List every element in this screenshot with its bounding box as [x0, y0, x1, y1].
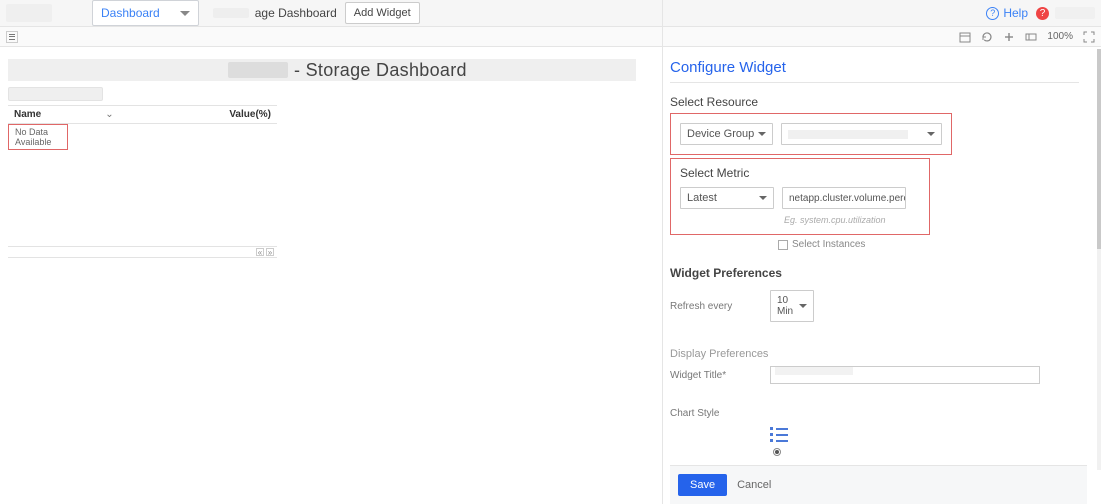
col-name[interactable]: Name [14, 109, 41, 120]
page-title-bar: - Storage Dashboard [8, 59, 636, 81]
widget-preferences-header: Widget Preferences [670, 266, 1085, 280]
zoom-level: 100% [1047, 31, 1073, 42]
refresh-interval-dropdown[interactable]: 10 Min [770, 290, 814, 322]
metric-selection-box: Select Metric Latest netapp.cluster.volu… [670, 158, 930, 235]
help-label: Help [1003, 6, 1028, 20]
resource-value-placeholder [788, 130, 908, 139]
widget-title-placeholder [775, 367, 853, 375]
panel-footer: Save Cancel [670, 465, 1087, 504]
pager-next[interactable]: » [266, 248, 274, 256]
aggregation-dropdown[interactable]: Latest [680, 187, 774, 209]
breadcrumb: age Dashboard [213, 6, 337, 20]
chevron-down-icon [927, 132, 935, 136]
help-icon: ? [986, 7, 999, 20]
configure-widget-panel: Configure Widget Select Resource Device … [670, 49, 1097, 504]
secondary-toolbar: 100% [0, 27, 1101, 47]
metric-dropdown[interactable]: netapp.cluster.volume.percentage-size-u… [782, 187, 906, 209]
panel-title: Configure Widget [670, 59, 1079, 83]
widget-pager: « » [8, 246, 277, 258]
calendar-icon[interactable] [959, 31, 971, 43]
logo-placeholder [6, 4, 52, 22]
no-data-message: No Data Available [8, 124, 68, 150]
refresh-interval-value: 10 Min [777, 295, 799, 317]
top-bar: Dashboard age Dashboard Add Widget ? Hel… [0, 0, 1101, 27]
chart-style-list-icon[interactable] [770, 427, 788, 442]
add-widget-button[interactable]: Add Widget [345, 2, 420, 24]
select-instances-label: Select Instances [792, 239, 865, 250]
alert-icon[interactable]: ? [1036, 7, 1049, 20]
chevron-down-icon [759, 196, 767, 200]
fullscreen-icon[interactable] [1083, 31, 1095, 43]
breadcrumb-placeholder [213, 8, 249, 18]
resource-type-dropdown[interactable]: Device Group [680, 123, 773, 145]
widget-header-placeholder [8, 87, 103, 101]
select-metric-label: Select Metric [680, 166, 920, 180]
resource-selection-box: Device Group [670, 113, 952, 155]
title-prefix-placeholder [228, 62, 288, 78]
panel-divider [662, 0, 663, 504]
dashboard-selector-label: Dashboard [101, 6, 160, 20]
pager-prev[interactable]: « [256, 248, 264, 256]
metric-example-text: Eg. system.cpu.utilization [784, 215, 920, 225]
plus-icon[interactable] [1003, 31, 1015, 43]
resource-type-value: Device Group [687, 128, 754, 140]
select-resource-label: Select Resource [670, 95, 1085, 109]
layout-icon[interactable] [1025, 31, 1037, 43]
data-widget: Name ⌄ Value(%) No Data Available « » [8, 105, 277, 258]
page-title: - Storage Dashboard [294, 60, 467, 81]
breadcrumb-current: age Dashboard [255, 6, 337, 20]
display-preferences-header: Display Preferences [670, 348, 1085, 360]
chevron-down-icon [758, 132, 766, 136]
table-header-row: Name ⌄ Value(%) [8, 106, 277, 124]
select-instances-checkbox[interactable] [778, 240, 788, 250]
widget-title-label: Widget Title* [670, 370, 770, 381]
dashboard-selector[interactable]: Dashboard [92, 0, 199, 26]
col-value[interactable]: Value(%) [229, 109, 271, 120]
widget-title-input[interactable] [770, 366, 1040, 384]
panel-scrollbar-thumb[interactable] [1097, 49, 1101, 249]
help-link[interactable]: ? Help [986, 6, 1028, 20]
refresh-every-label: Refresh every [670, 301, 770, 312]
hamburger-icon[interactable] [6, 31, 18, 43]
chart-style-label: Chart Style [670, 408, 770, 419]
chevron-down-icon [799, 304, 807, 308]
save-button[interactable]: Save [678, 474, 727, 496]
cancel-button[interactable]: Cancel [737, 479, 771, 491]
chevron-down-icon [180, 11, 190, 16]
chart-style-radio-selected[interactable] [773, 448, 781, 456]
refresh-icon[interactable] [981, 31, 993, 43]
aggregation-value: Latest [687, 192, 717, 204]
user-placeholder [1055, 7, 1095, 19]
metric-value: netapp.cluster.volume.percentage-size-u… [789, 193, 906, 204]
sort-icon[interactable]: ⌄ [105, 109, 113, 120]
resource-value-dropdown[interactable] [781, 123, 942, 145]
